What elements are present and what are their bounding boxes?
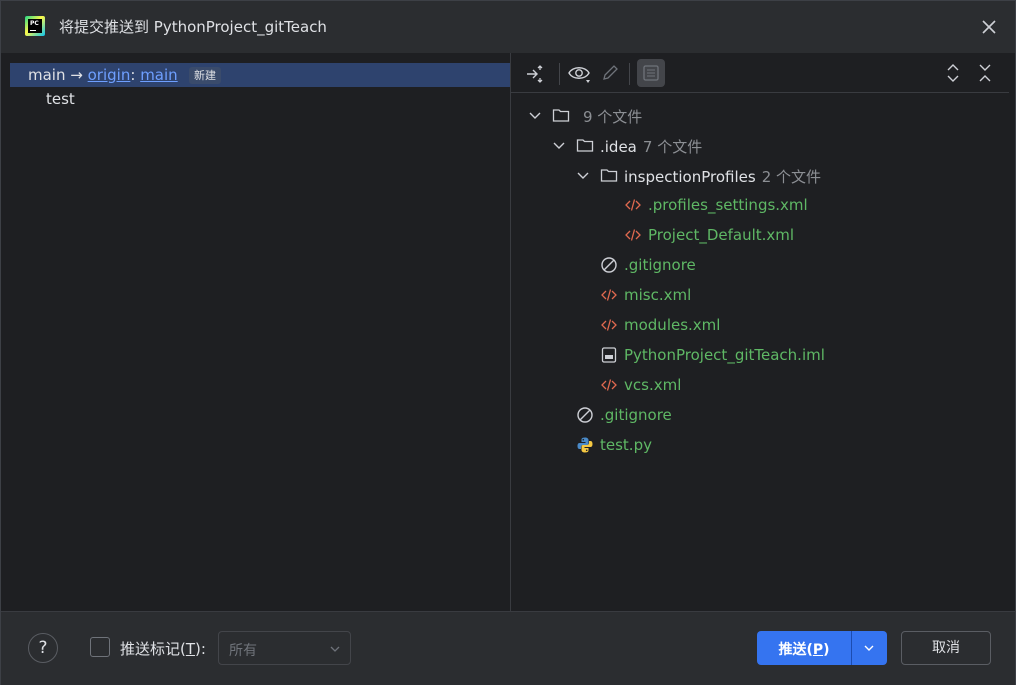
folder-label: .idea — [600, 138, 637, 156]
title-bar: PC 将提交推送到 PythonProject_gitTeach — [1, 1, 1015, 53]
file-label: .gitignore — [600, 406, 672, 424]
push-tags-mnemonic: T — [185, 640, 196, 658]
close-icon — [982, 20, 996, 34]
file-label: Project_Default.xml — [648, 226, 795, 244]
push-mnemonic: P — [812, 642, 824, 658]
toolbar-separator — [629, 63, 630, 85]
cancel-button[interactable]: 取消 — [901, 631, 991, 665]
expand-all-icon — [947, 64, 959, 82]
view-options-button[interactable] — [565, 59, 593, 87]
xml-file-icon — [601, 319, 617, 331]
push-tags-checkbox[interactable] — [90, 637, 110, 657]
pycharm-logo-icon: PC — [25, 16, 45, 36]
folder-icon — [600, 169, 618, 182]
file-label: misc.xml — [624, 286, 692, 304]
folder-icon — [552, 109, 570, 122]
changes-toolbar — [511, 53, 1009, 93]
arrow-icon: → — [70, 66, 83, 84]
folder-count: 7 个文件 — [642, 138, 703, 156]
file-label: .profiles_settings.xml — [648, 196, 808, 214]
remote-link[interactable]: origin — [88, 66, 131, 84]
xml-file-icon — [601, 379, 617, 391]
file-label: modules.xml — [624, 316, 721, 334]
remote-branch-link[interactable]: main — [140, 66, 177, 84]
push-button[interactable]: 推送(P) — [757, 631, 887, 665]
edit-button[interactable] — [596, 59, 624, 87]
push-suffix: ) — [823, 642, 830, 658]
module-file-icon — [601, 347, 617, 363]
push-tags-suffix: ): — [195, 640, 206, 658]
commit-item[interactable]: test — [46, 90, 75, 108]
file-label: vcs.xml — [624, 376, 682, 394]
chevron-down-icon — [864, 645, 874, 651]
chevron-down-icon[interactable] — [551, 137, 567, 153]
branch-spec: main → origin: main — [28, 66, 178, 84]
eye-icon — [568, 67, 590, 83]
window-title: 将提交推送到 PythonProject_gitTeach — [59, 18, 327, 36]
diff-panel-icon — [643, 65, 659, 81]
expand-all-button[interactable] — [939, 59, 967, 87]
collapse-all-button[interactable] — [971, 59, 999, 87]
push-text: 推送( — [778, 642, 813, 658]
chevron-down-icon[interactable] — [527, 107, 543, 123]
folder-icon — [576, 139, 594, 152]
file-label: test.py — [600, 436, 652, 454]
gitignore-icon — [577, 407, 593, 423]
branch-separator: : — [130, 66, 136, 84]
tags-select-value: 所有 — [229, 643, 257, 659]
python-file-icon — [577, 437, 593, 453]
local-branch: main — [28, 66, 66, 84]
changes-panel: 9 个文件 .idea 7 个文件 inspectionProfiles 2 个文件… — [511, 53, 1009, 611]
toolbar-separator — [559, 63, 560, 85]
push-options-dropdown[interactable] — [852, 631, 887, 665]
xml-file-icon — [625, 229, 641, 241]
app-logo-text: PC — [30, 20, 39, 27]
folder-label: inspectionProfiles — [624, 168, 756, 186]
pencil-icon — [603, 65, 618, 80]
expand-collapse-icon — [527, 65, 543, 83]
close-button[interactable] — [976, 14, 1002, 40]
push-tags-text: 推送标记( — [120, 640, 186, 658]
chevron-down-icon[interactable] — [575, 167, 591, 183]
push-tags-label: 推送标记(T): — [120, 638, 206, 659]
help-button[interactable]: ? — [28, 633, 58, 663]
file-label: .gitignore — [624, 256, 696, 274]
new-badge: 新建 — [189, 67, 221, 84]
tags-select[interactable]: 所有 — [218, 631, 351, 665]
root-count: 9 个文件 — [583, 108, 643, 126]
folder-count: 2 个文件 — [761, 168, 821, 186]
branch-row[interactable]: main → origin: main 新建 — [10, 63, 510, 87]
push-dialog: PC 将提交推送到 PythonProject_gitTeach main → … — [0, 0, 1016, 685]
expand-collapse-button[interactable] — [521, 59, 549, 87]
diff-panel-button[interactable] — [637, 59, 665, 87]
xml-file-icon — [625, 199, 641, 211]
file-label: PythonProject_gitTeach.iml — [624, 346, 825, 364]
xml-file-icon — [601, 289, 617, 301]
chevron-down-icon — [330, 646, 340, 652]
commits-panel: main → origin: main 新建 test — [10, 53, 510, 611]
gitignore-icon — [601, 257, 617, 273]
push-button-label: 推送(P) — [757, 639, 851, 659]
dialog-footer: ? 推送标记(T): 所有 推送(P) 取消 — [1, 611, 1015, 685]
collapse-all-icon — [979, 64, 991, 82]
